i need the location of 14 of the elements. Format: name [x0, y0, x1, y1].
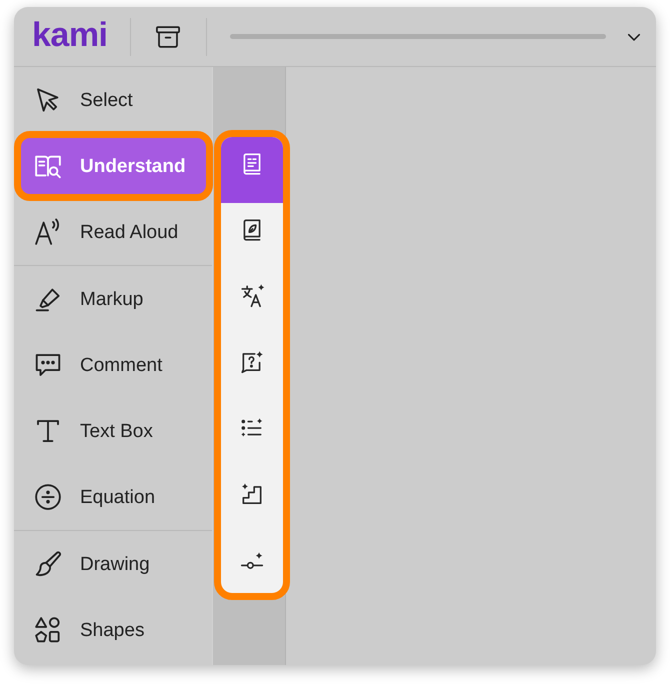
tool-menu-item[interactable]: Understand — [14, 131, 213, 201]
tool-menu-item[interactable]: Drawing — [14, 531, 212, 597]
tool-menu-item[interactable]: Comment — [14, 332, 212, 398]
tool-menu-item[interactable]: Select — [14, 67, 212, 133]
tool-menu-item[interactable]: Markup — [14, 266, 212, 332]
brush-icon — [33, 549, 63, 579]
tool-menu-item[interactable]: Read Aloud — [14, 199, 212, 265]
question-bubble-sparkle-icon — [239, 349, 265, 375]
translate-sparkle-icon — [239, 283, 265, 309]
tool-menu-item[interactable]: Equation — [14, 464, 212, 530]
tool-menu-item[interactable]: Text Box — [14, 398, 212, 464]
logo: kami — [32, 18, 108, 56]
divide-icon — [33, 482, 63, 512]
tool-menu-item[interactable]: Shapes — [14, 597, 212, 663]
